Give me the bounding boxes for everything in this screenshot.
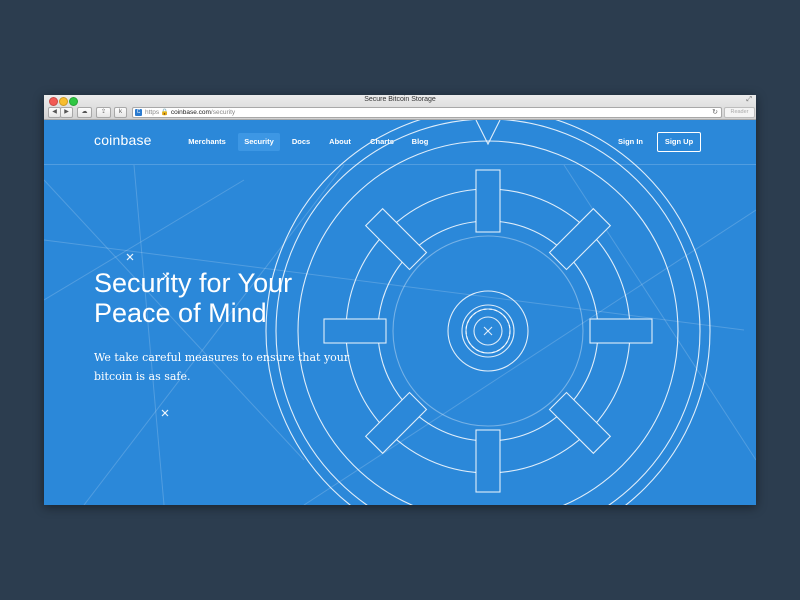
site-navbar: coinbase Merchants Security Docs About C… [44, 120, 756, 165]
address-bar[interactable]: C https 🔒 coinbase.com/security ↻ [132, 107, 722, 118]
hero-title: Security for Your Peace of Mind [94, 268, 394, 328]
url-path: /security [210, 109, 236, 116]
sign-up-button[interactable]: Sign Up [657, 132, 701, 152]
fullscreen-icon[interactable]: ⤢ [746, 96, 752, 104]
page-content: coinbase Merchants Security Docs About C… [44, 120, 756, 505]
extension-button[interactable]: k [114, 107, 127, 118]
coinbase-logo[interactable]: coinbase [94, 132, 152, 148]
site-favicon: C [135, 109, 142, 116]
forward-arrow-icon[interactable]: ▶ [60, 107, 73, 118]
url-host: coinbase.com [170, 109, 211, 116]
reload-icon[interactable]: ↻ [712, 108, 718, 117]
icloud-tabs-icon[interactable]: ☁ [77, 107, 92, 118]
hero-subtitle-line2: bitcoin is as safe. [94, 370, 191, 383]
nav-item-security[interactable]: Security [238, 133, 280, 151]
browser-toolbar: ◀ ▶ ☁ ⇪ k C https 🔒 coinbase.com/securit… [44, 106, 756, 118]
share-icon[interactable]: ⇪ [96, 107, 111, 118]
sign-in-link[interactable]: Sign In [618, 133, 643, 151]
nav-item-charts[interactable]: Charts [366, 133, 398, 151]
hero-title-line2: Peace of Mind [94, 298, 267, 328]
lock-icon: 🔒 [160, 109, 169, 116]
title-bar: Secure Bitcoin Storage ⤢ [44, 95, 756, 106]
browser-window: Secure Bitcoin Storage ⤢ ◀ ▶ ☁ ⇪ k C htt… [44, 95, 756, 505]
nav-item-docs[interactable]: Docs [287, 133, 315, 151]
nav-item-about[interactable]: About [324, 133, 356, 151]
nav-item-merchants[interactable]: Merchants [182, 133, 232, 151]
hero-subtitle-line1: We take careful measures to ensure that … [94, 351, 350, 364]
nav-item-blog[interactable]: Blog [408, 133, 432, 151]
window-title: Secure Bitcoin Storage [364, 96, 436, 103]
hero-subtitle: We take careful measures to ensure that … [94, 348, 374, 386]
browser-chrome: Secure Bitcoin Storage ⤢ ◀ ▶ ☁ ⇪ k C htt… [44, 95, 756, 120]
url-scheme: https [145, 109, 160, 116]
hero-title-line1: Security for Your [94, 268, 293, 298]
reader-button[interactable]: Reader [724, 107, 755, 118]
url-text: https 🔒 coinbase.com/security [145, 108, 235, 117]
